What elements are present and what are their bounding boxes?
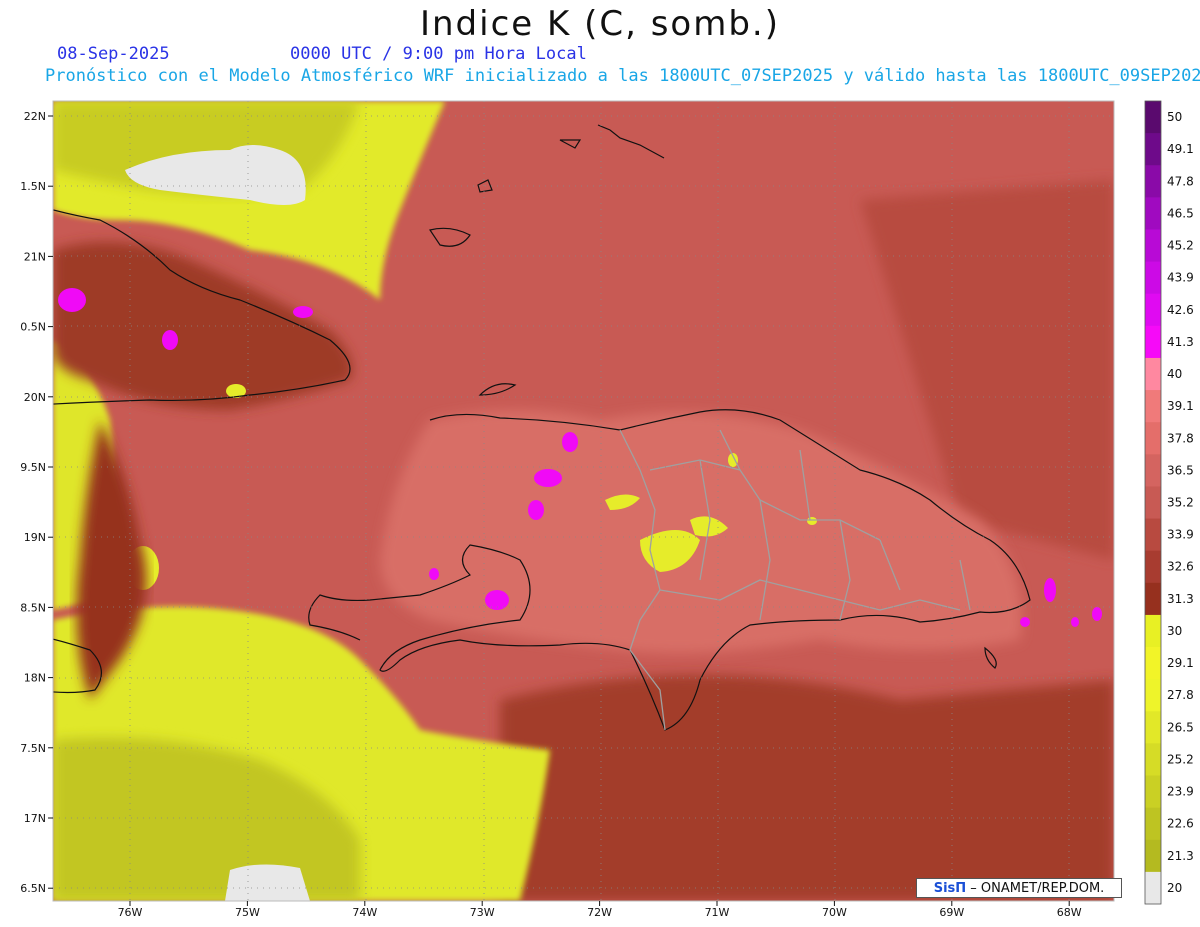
colorbar-swatch — [1145, 839, 1161, 873]
colorbar-swatch — [1145, 743, 1161, 777]
colorbar-label: 22.6 — [1167, 817, 1194, 831]
lon-label: 70W — [822, 906, 847, 919]
sis-logo: SisΠ — [933, 881, 967, 896]
lat-label: 22N — [24, 110, 46, 123]
colorbar-swatch — [1145, 647, 1161, 680]
colorbar-label: 31.3 — [1167, 592, 1194, 606]
lon-label: 74W — [352, 906, 377, 919]
lon-label: 75W — [235, 906, 260, 919]
lat-label: 19N — [24, 531, 46, 544]
lat-label: 1.5N — [20, 180, 46, 193]
colorbar-swatch — [1145, 614, 1161, 648]
credit-text: – ONAMET/REP.DOM. — [966, 881, 1105, 896]
longitude-labels: 76W 75W 74W 73W 72W 71W 70W 69W 68W — [118, 901, 1082, 919]
colorbar-label: 46.5 — [1167, 206, 1194, 220]
colorbar-label: 42.6 — [1167, 303, 1194, 317]
lon-label: 69W — [939, 906, 964, 919]
colorbar-label: 23.9 — [1167, 785, 1194, 799]
lat-label: 17N — [24, 812, 46, 825]
colorbar-swatch — [1145, 486, 1161, 520]
colorbar: 50 49.1 47.8 46.5 45.2 43.9 42.6 41.3 40 39.1 37.8… — [1144, 100, 1194, 905]
colorbar-swatch — [1145, 229, 1161, 263]
colorbar-swatch — [1145, 165, 1161, 198]
colorbar-label: 39.1 — [1167, 399, 1194, 413]
colorbar-swatch — [1145, 357, 1161, 391]
colorbar-label: 27.8 — [1167, 688, 1194, 702]
k-index-field — [53, 101, 1114, 901]
colorbar-swatch — [1145, 454, 1161, 487]
colorbar-label: 49.1 — [1167, 142, 1194, 156]
colorbar-swatch — [1145, 711, 1161, 744]
colorbar-swatch — [1145, 133, 1161, 166]
colorbar-label: 21.3 — [1167, 849, 1194, 863]
colorbar-label: 35.2 — [1167, 496, 1194, 510]
lat-label: 0.5N — [20, 321, 46, 334]
colorbar-label: 20 — [1167, 881, 1182, 895]
latitude-labels: 22N 1.5N 21N 0.5N 20N 9.5N 19N 8.5N 18N 7.5N 17N 6.… — [20, 110, 53, 895]
lon-label: 71W — [705, 906, 730, 919]
colorbar-swatch — [1145, 679, 1161, 712]
colorbar-swatch — [1145, 775, 1161, 809]
colorbar-label: 32.6 — [1167, 560, 1194, 574]
colorbar-swatch — [1145, 550, 1161, 584]
forecast-map: 22N 1.5N 21N 0.5N 20N 9.5N 19N 8.5N 18N 7.5N 17N 6.… — [20, 100, 1194, 919]
colorbar-label: 33.9 — [1167, 528, 1194, 542]
credit-box: SisΠ – ONAMET/REP.DOM. — [916, 878, 1122, 898]
lat-label: 21N — [24, 250, 46, 263]
colorbar-swatch — [1145, 807, 1161, 841]
lon-label: 76W — [118, 906, 143, 919]
colorbar-swatch — [1145, 261, 1161, 295]
colorbar-label: 29.1 — [1167, 656, 1194, 670]
colorbar-label: 50 — [1167, 110, 1182, 124]
lon-label: 72W — [587, 906, 612, 919]
colorbar-label: 45.2 — [1167, 239, 1194, 253]
lat-label: 8.5N — [20, 601, 46, 614]
colorbar-swatch — [1145, 325, 1161, 359]
colorbar-swatch — [1145, 101, 1161, 134]
lat-label: 6.5N — [20, 882, 46, 895]
colorbar-label: 47.8 — [1167, 174, 1194, 188]
colorbar-label: 41.3 — [1167, 335, 1194, 349]
lat-label: 9.5N — [20, 461, 46, 474]
colorbar-label: 43.9 — [1167, 271, 1194, 285]
colorbar-swatch — [1145, 197, 1161, 230]
colorbar-swatch — [1145, 390, 1161, 423]
colorbar-label: 30 — [1167, 624, 1182, 638]
lat-label: 18N — [24, 672, 46, 685]
colorbar-label: 37.8 — [1167, 431, 1194, 445]
lat-label: 7.5N — [20, 742, 46, 755]
lon-label: 68W — [1057, 906, 1082, 919]
colorbar-label: 26.5 — [1167, 720, 1194, 734]
colorbar-label: 25.2 — [1167, 752, 1194, 766]
colorbar-swatch — [1145, 293, 1161, 327]
colorbar-label: 40 — [1167, 367, 1182, 381]
colorbar-swatch — [1145, 871, 1161, 905]
lat-label: 20N — [24, 391, 46, 404]
colorbar-swatch — [1145, 518, 1161, 552]
colorbar-swatch — [1145, 582, 1161, 616]
colorbar-swatch — [1145, 422, 1161, 455]
lon-label: 73W — [470, 906, 495, 919]
colorbar-label: 36.5 — [1167, 463, 1194, 477]
